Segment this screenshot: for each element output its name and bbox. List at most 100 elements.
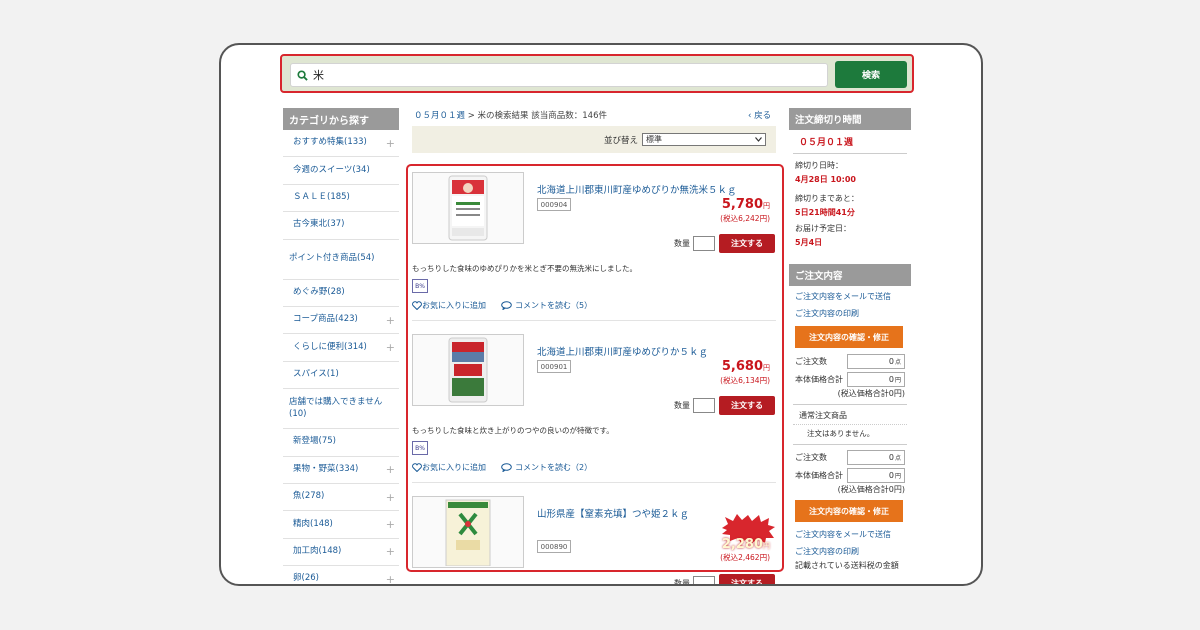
qty-label: 数量 xyxy=(674,239,690,248)
search-input[interactable]: 米 xyxy=(290,63,828,87)
expand-plus-icon[interactable]: + xyxy=(386,545,395,558)
product-description: もっちりした食味のゆめぴりかを米とぎ不要の無洗米にしました。 xyxy=(412,264,637,273)
qty-input[interactable] xyxy=(693,576,715,584)
heart-icon xyxy=(412,301,422,310)
category-label: ＳＡＬＥ(185) xyxy=(293,192,350,203)
back-link[interactable]: ‹ 戻る xyxy=(748,109,771,121)
category-item[interactable]: ポイント付き商品(54) xyxy=(283,240,399,280)
back-label: 戻る xyxy=(754,111,772,121)
category-item[interactable]: めぐみ野(28) xyxy=(283,280,399,307)
category-item[interactable]: 精肉(148) + xyxy=(283,511,399,539)
expand-plus-icon[interactable]: + xyxy=(386,314,395,327)
divider xyxy=(793,444,907,445)
product-name[interactable]: 北海道上川郡東川町産ゆめぴりか無洗米５ｋｇ xyxy=(537,182,737,196)
confirm-order-button[interactable]: 注文内容の確認・修正 xyxy=(795,326,903,348)
order-count-value: 0点 xyxy=(847,449,905,465)
email-order-link[interactable]: ご注文内容をメールで送信 xyxy=(789,526,911,543)
deadline-value: 4月28日 10:00 xyxy=(795,175,856,184)
comment-icon xyxy=(501,301,512,310)
product-name[interactable]: 北海道上川郡東川町産ゆめぴりか５ｋｇ xyxy=(537,344,708,358)
category-item[interactable]: 今週のスイーツ(34) xyxy=(283,157,399,185)
sort-select[interactable]: 標準 xyxy=(642,133,766,146)
deadline-week: ０５月０１週 xyxy=(793,130,907,154)
product-price: 5,680円 xyxy=(721,359,770,374)
remaining-label: 締切りまであと： xyxy=(795,194,859,203)
print-order-link[interactable]: ご注文内容の印刷 xyxy=(789,305,911,322)
category-item[interactable]: 加工肉(148) + xyxy=(283,539,399,567)
sort-bar: 並び替え 標準 xyxy=(412,126,776,153)
delivery-value: 5月4日 xyxy=(795,238,823,247)
category-label: スパイス(1) xyxy=(293,368,339,379)
order-count-label: ご注文数 xyxy=(795,452,827,462)
expand-plus-icon[interactable]: + xyxy=(386,491,395,504)
expand-plus-icon[interactable]: + xyxy=(386,137,395,150)
product-price-tax: (税込6,134円) xyxy=(720,376,770,385)
category-item[interactable]: 魚(278) + xyxy=(283,484,399,512)
product-image[interactable] xyxy=(412,496,524,568)
product-price-tax: (税込2,462円) xyxy=(720,553,770,562)
heart-icon xyxy=(412,463,422,472)
comment-link[interactable]: コメントを読む（5） xyxy=(501,300,592,311)
category-item[interactable]: 新登場(75) xyxy=(283,429,399,457)
category-item[interactable]: 卵(26) + xyxy=(283,566,399,584)
order-subtotal-value: 0円 xyxy=(847,467,905,483)
category-item[interactable]: スパイス(1) xyxy=(283,362,399,390)
favorite-link[interactable]: お気に入りに追加 xyxy=(412,462,486,473)
order-row: 数量 注文する xyxy=(674,234,775,253)
category-label: くらしに便利(314) xyxy=(293,341,367,352)
order-button[interactable]: 注文する xyxy=(719,234,775,253)
category-header: カテゴリから探す xyxy=(283,108,399,130)
expand-plus-icon[interactable]: + xyxy=(386,341,395,354)
category-item[interactable]: ＳＡＬＥ(185) xyxy=(283,185,399,213)
category-label: 魚(278) xyxy=(293,491,325,502)
order-panel: ご注文内容 ご注文内容をメールで送信 ご注文内容の印刷 注文内容の確認・修正 ご… xyxy=(789,264,911,571)
order-subtotal-label: 本体価格合計 xyxy=(795,374,843,384)
regular-order-label: 通常注文商品 xyxy=(799,411,847,420)
order-button[interactable]: 注文する xyxy=(719,574,775,584)
qty-label: 数量 xyxy=(674,579,690,586)
search-bar: 米 検索 xyxy=(280,54,914,93)
expand-plus-icon[interactable]: + xyxy=(386,518,395,531)
search-button[interactable]: 検索 xyxy=(835,61,907,88)
confirm-order-button[interactable]: 注文内容の確認・修正 xyxy=(795,500,903,522)
order-count-label: ご注文数 xyxy=(795,356,827,366)
remaining-value: 5日21時間41分 xyxy=(795,208,855,217)
qty-input[interactable] xyxy=(693,398,715,413)
comment-link[interactable]: コメントを読む（2） xyxy=(501,462,592,473)
email-order-link[interactable]: ご注文内容をメールで送信 xyxy=(789,288,911,305)
deadline-label: 締切り日時： xyxy=(795,161,843,170)
product-description: もっちりした食味と炊き上がりのつやの良いのが特徴です。 xyxy=(412,426,614,435)
product-badge: B% xyxy=(412,441,428,455)
comment-icon xyxy=(501,463,512,472)
search-result-count: 米の検索結果 該当商品数：146件 xyxy=(477,111,607,121)
product-badge: B% xyxy=(412,279,428,293)
qty-input[interactable] xyxy=(693,236,715,251)
category-label: 古今東北(37) xyxy=(293,219,345,230)
category-label: コープ商品(423) xyxy=(293,314,358,325)
expand-plus-icon[interactable]: + xyxy=(386,573,395,584)
deadline-panel: 注文締切り時間 ０５月０１週 締切り日時： 4月28日 10:00 締切りまであ… xyxy=(789,108,911,248)
category-label: めぐみ野(28) xyxy=(293,286,345,297)
browser-frame: 米 検索 カテゴリから探す おすすめ特集(133) + 今週のスイーツ(34) ＳＡＬ… xyxy=(219,43,983,586)
category-item[interactable]: コープ商品(423) + xyxy=(283,307,399,335)
search-icon xyxy=(297,69,308,81)
product-name[interactable]: 山形県産【窒素充填】つや姫２ｋｇ xyxy=(537,506,689,520)
category-item[interactable]: 古今東北(37) xyxy=(283,212,399,240)
breadcrumb: ０５月０１週 > 米の検索結果 該当商品数：146件 xyxy=(414,109,607,121)
print-order-link[interactable]: ご注文内容の印刷 xyxy=(789,543,911,560)
breadcrumb-week-link[interactable]: ０５月０１週 xyxy=(414,111,465,121)
product-image[interactable] xyxy=(412,172,524,244)
order-tax-total: (税込価格合計0円) xyxy=(837,389,905,398)
expand-plus-icon[interactable]: + xyxy=(386,463,395,476)
category-item[interactable]: 店舗では購入できません(10) xyxy=(283,389,399,430)
category-item[interactable]: おすすめ特集(133) + xyxy=(283,130,399,158)
category-item[interactable]: くらしに便利(314) + xyxy=(283,334,399,362)
category-label: ポイント付き商品(54) xyxy=(289,253,375,264)
order-button[interactable]: 注文する xyxy=(719,396,775,415)
favorite-link[interactable]: お気に入りに追加 xyxy=(412,300,486,311)
product-image[interactable] xyxy=(412,334,524,406)
product-code: 000901 xyxy=(537,360,571,373)
category-item[interactable]: 果物・野菜(334) + xyxy=(283,457,399,484)
order-row: 数量 注文する xyxy=(674,574,775,586)
divider xyxy=(412,482,776,483)
